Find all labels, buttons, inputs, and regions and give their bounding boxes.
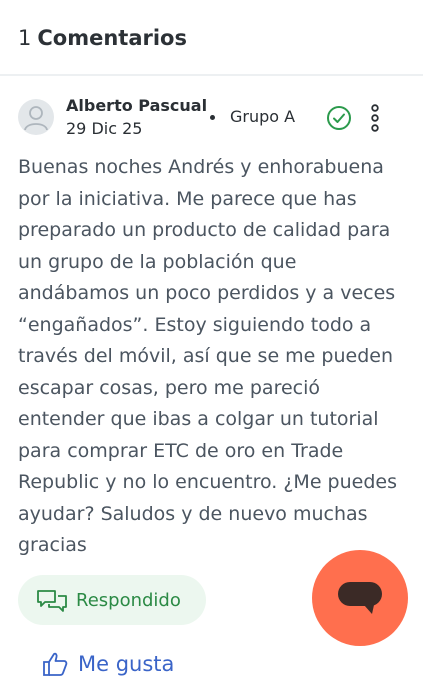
comment-group: Grupo A — [230, 107, 296, 126]
thumbs-up-icon — [43, 652, 68, 676]
responded-label: Respondido — [76, 589, 181, 611]
comments-header: 1 Comentarios — [18, 26, 187, 50]
avatar[interactable] — [18, 99, 54, 135]
comment-text: Buenas noches Andrés y enhorabuena por l… — [18, 156, 397, 556]
like-label: Me gusta — [78, 652, 175, 676]
chat-bubbles-icon — [37, 590, 67, 612]
comment-header: Alberto Pascual 29 Dic 25 Grupo A — [18, 95, 405, 141]
like-button[interactable]: Me gusta — [42, 652, 174, 676]
responded-badge[interactable]: Respondido — [18, 575, 206, 625]
chat-fab-button[interactable] — [312, 550, 408, 646]
comments-title: Comentarios — [37, 26, 187, 50]
chat-icon — [338, 582, 382, 614]
comment-author[interactable]: Alberto Pascual — [66, 96, 207, 115]
comment-date: 29 Dic 25 — [66, 119, 143, 138]
comments-count: 1 — [18, 26, 32, 50]
divider — [0, 74, 423, 76]
kebab-menu-icon[interactable] — [368, 103, 382, 133]
user-placeholder-icon — [24, 106, 48, 131]
check-circle-icon — [327, 106, 351, 130]
separator-dot — [210, 115, 215, 120]
